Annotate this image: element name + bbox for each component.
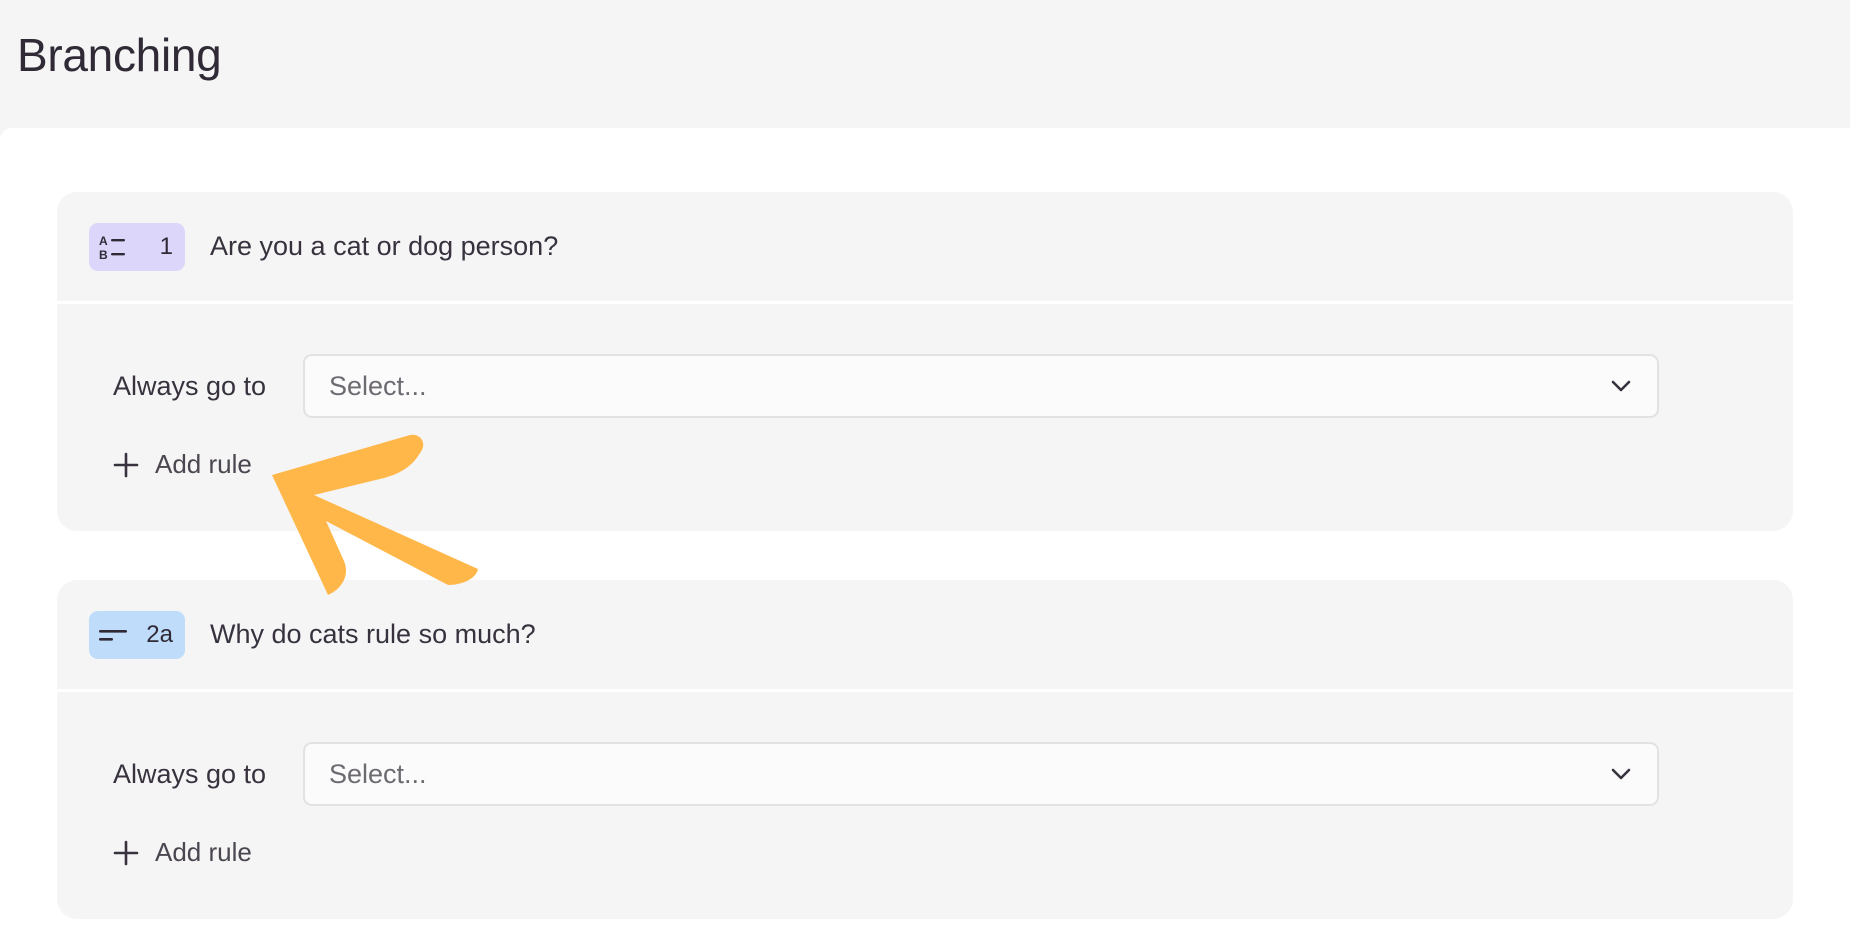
- svg-text:A: A: [99, 234, 108, 248]
- svg-text:B: B: [99, 248, 108, 261]
- question-title: Why do cats rule so much?: [210, 619, 536, 649]
- page-header: Branching: [0, 0, 1850, 128]
- question-rules: Always go to Select... Add rule: [57, 692, 1793, 916]
- question-card: 2a Why do cats rule so much? Always go t…: [57, 580, 1793, 919]
- add-rule-button[interactable]: Add rule: [113, 449, 252, 480]
- page-title: Branching: [17, 29, 222, 81]
- arrow-shape: [272, 434, 478, 595]
- question-badge: 2a: [89, 610, 185, 659]
- pointer-arrow-icon: [272, 434, 478, 595]
- select-placeholder: Select...: [329, 758, 427, 789]
- select-placeholder: Select...: [329, 370, 427, 401]
- destination-select[interactable]: Select...: [303, 354, 1659, 418]
- chevron-down-icon: [1611, 768, 1631, 780]
- add-rule-label: Add rule: [155, 449, 252, 479]
- always-go-to-label: Always go to: [113, 370, 267, 401]
- add-rule-button[interactable]: Add rule: [113, 837, 252, 868]
- plus-icon: [113, 452, 139, 477]
- destination-select[interactable]: Select...: [303, 742, 1659, 806]
- question-number: 2a: [146, 620, 173, 648]
- always-go-to-label: Always go to: [113, 758, 267, 789]
- add-rule-label: Add rule: [155, 837, 252, 867]
- question-header[interactable]: A B 1 Are you a cat or dog person?: [57, 192, 1793, 304]
- chevron-down-icon: [1611, 380, 1631, 392]
- multiple-choice-icon: A B: [99, 234, 125, 261]
- always-go-to-row: Always go to Select...: [113, 742, 1659, 806]
- plus-icon: [113, 840, 139, 865]
- always-go-to-row: Always go to Select...: [113, 354, 1659, 418]
- question-title: Are you a cat or dog person?: [210, 231, 559, 261]
- question-badge: A B 1: [89, 222, 185, 271]
- question-number: 1: [159, 232, 173, 260]
- short-text-icon: [99, 629, 127, 641]
